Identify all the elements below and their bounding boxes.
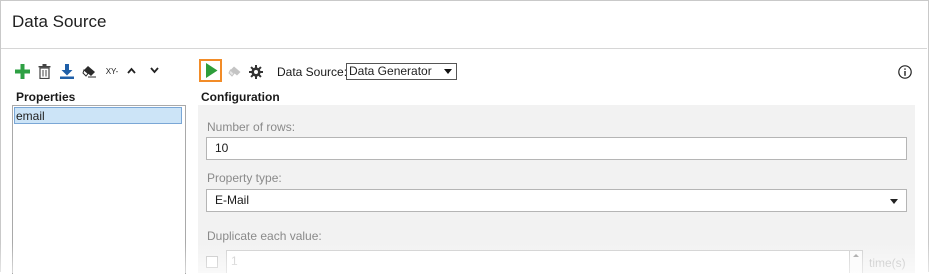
property-type-label: Property type:	[207, 171, 282, 185]
property-type-select[interactable]: E-Mail	[206, 189, 907, 212]
chevron-down-icon	[444, 69, 452, 74]
import-icon[interactable]	[60, 64, 74, 79]
chevron-down-icon	[890, 199, 898, 204]
data-source-label: Data Source:	[277, 65, 348, 79]
run-icon	[205, 63, 218, 78]
data-source-dropdown[interactable]: Data Generator	[346, 63, 457, 80]
properties-list[interactable]: email	[12, 105, 186, 274]
xy-icon[interactable]: XY-	[103, 66, 121, 76]
rows-input[interactable]: 10	[206, 137, 907, 160]
move-down-icon[interactable]	[150, 67, 159, 74]
duplicate-label: Duplicate each value:	[207, 229, 322, 243]
window-title: Data Source	[12, 12, 107, 31]
duplicate-spinner[interactable]	[849, 250, 863, 273]
data-source-value: Data Generator	[349, 64, 432, 78]
gear-icon[interactable]	[249, 65, 263, 79]
title-bar: Data Source	[1, 1, 927, 49]
run-button[interactable]	[199, 59, 222, 82]
property-type-value: E-Mail	[215, 193, 250, 207]
configuration-heading: Configuration	[201, 90, 280, 104]
eraser-icon[interactable]	[82, 65, 97, 78]
eraser-icon[interactable]	[228, 66, 242, 78]
move-up-icon[interactable]	[127, 67, 136, 74]
duplicate-input[interactable]: 1	[226, 250, 862, 273]
info-icon[interactable]	[898, 65, 912, 79]
rows-label: Number of rows:	[207, 120, 296, 134]
properties-heading: Properties	[16, 90, 76, 104]
chevron-up-icon[interactable]	[853, 254, 859, 257]
delete-icon[interactable]	[38, 64, 51, 79]
duplicate-checkbox[interactable]	[206, 256, 218, 268]
list-item[interactable]: email	[14, 107, 182, 124]
duplicate-suffix: time(s)	[869, 256, 906, 270]
add-icon[interactable]	[15, 64, 30, 79]
